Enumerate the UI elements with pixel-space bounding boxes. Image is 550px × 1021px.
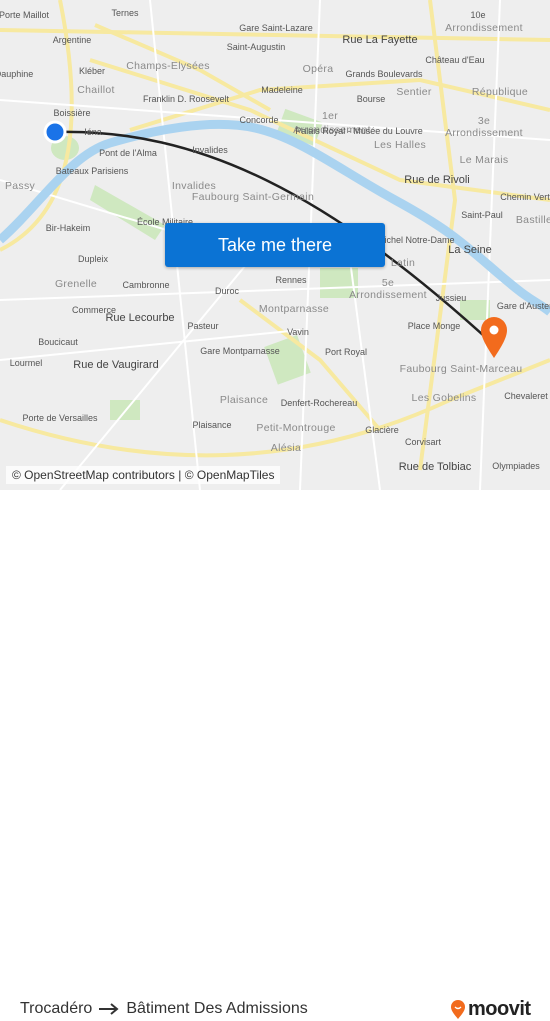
map-label: Jussieu: [435, 293, 467, 303]
map-label: Gare Saint-Lazare: [239, 23, 313, 33]
map-label: Bastille: [515, 214, 550, 226]
map-label: Lourmel: [9, 358, 43, 368]
map-label: Porte Maillot: [0, 10, 50, 20]
map-label: Vavin: [287, 327, 309, 337]
map-label: Bourse: [356, 94, 386, 104]
map-label: Chevaleret: [504, 391, 548, 401]
map-label: Madeleine: [261, 85, 303, 95]
map-label: Chemin Vert: [500, 192, 550, 202]
map-label: Pont de l'Alma: [99, 148, 157, 158]
map-label: Sentier: [396, 86, 432, 98]
map-label: Boissière: [53, 108, 91, 118]
map-label: République: [471, 86, 529, 98]
map-label: Opéra: [302, 63, 334, 75]
map-label: Dupleix: [77, 254, 109, 264]
map-label: Arrondissement: [445, 22, 523, 34]
map-label: Château d'Eau: [425, 55, 485, 65]
moovit-pin-icon: [451, 999, 465, 1019]
map-label: Ternes: [111, 8, 139, 18]
map-label: La Seine: [448, 244, 492, 256]
map-label: Plaisance: [192, 420, 232, 430]
map-label: Rue de Rivoli: [404, 174, 470, 186]
map-label: Gare d'Austerlitz: [496, 301, 550, 311]
map-label: Grenelle: [54, 278, 98, 290]
footer: Trocadéro Bâtiment Des Admissions moovit: [0, 490, 550, 1020]
moovit-logo: moovit: [450, 998, 531, 1021]
map-label: Cambronne: [122, 280, 170, 290]
map-label: Faubourg Saint-Germain: [191, 191, 315, 203]
map-label: Plaisance: [219, 394, 269, 406]
map-label: Rue Lecourbe: [105, 312, 175, 324]
map-label: Saint-Augustin: [226, 42, 286, 52]
arrow-right-icon: [99, 1003, 119, 1015]
map-label: Champs-Elysées: [126, 60, 210, 72]
map-label: Montparnasse: [258, 303, 330, 315]
map-label: Bir-Hakeim: [45, 223, 91, 233]
map-label: Boucicaut: [38, 337, 78, 347]
map-label: Latin: [390, 257, 416, 269]
map-label: 3e: [477, 115, 491, 127]
map-label: Corvisart: [404, 437, 442, 447]
map-label: Bateaux Parisiens: [55, 166, 129, 176]
map-label: Glacière: [365, 425, 399, 435]
map-label: Argentine: [52, 35, 92, 45]
origin-marker[interactable]: [43, 120, 67, 144]
map-label: 10e: [470, 10, 486, 20]
origin-name: Trocadéro: [20, 1000, 93, 1017]
map-label: Chaillot: [77, 84, 115, 96]
map-attribution[interactable]: © OpenStreetMap contributors | © OpenMap…: [6, 466, 281, 484]
map-label: Rennes: [275, 275, 307, 285]
map-label: Rue de Tolbiac: [398, 461, 472, 473]
map[interactable]: Porte Maillot Ternes Gare Saint-Lazare Rue …: [0, 0, 550, 490]
map-label: Franklin D. Roosevelt: [142, 94, 230, 104]
map-label: Concorde: [239, 115, 279, 125]
map-label: Arrondissement: [445, 127, 523, 139]
route-title: Trocadéro Bâtiment Des Admissions: [20, 1000, 308, 1018]
map-label: Les Halles: [373, 139, 427, 151]
take-me-there-button[interactable]: Take me there: [165, 223, 385, 267]
map-label: Gare Montparnasse: [200, 346, 280, 356]
map-label: Petit-Montrouge: [256, 422, 336, 434]
brand-name: moovit: [468, 998, 531, 1020]
map-label: Passy: [4, 180, 36, 192]
map-label: Denfert-Rochereau: [280, 398, 358, 408]
map-label: Les Gobelins: [411, 392, 477, 404]
map-label: Invalides: [192, 145, 228, 155]
destination-name: Bâtiment Des Admissions: [126, 1000, 308, 1017]
map-label: Place Monge: [407, 321, 461, 331]
map-label: Rue de Vaugirard: [73, 359, 159, 371]
map-label: Grands Boulevards: [345, 69, 423, 79]
map-label: Faubourg Saint-Marceau: [399, 363, 523, 375]
map-label: Arrondissement: [349, 289, 427, 301]
map-label: Duroc: [214, 286, 240, 296]
map-label: Kléber: [78, 66, 106, 76]
map-label: Alésia: [270, 442, 302, 454]
map-label: Palais Royal - Musée du Louvre: [295, 126, 423, 136]
map-label: Iéna: [84, 127, 102, 137]
map-label: Saint-Paul: [461, 210, 503, 220]
map-label: 1er: [321, 110, 339, 122]
map-label: Le Marais: [459, 154, 509, 166]
map-label: Rue La Fayette: [342, 34, 418, 46]
map-label: 5e: [381, 277, 395, 289]
map-label: Porte de Versailles: [22, 413, 98, 423]
map-label: Port Royal: [324, 347, 368, 357]
map-label: Pasteur: [187, 321, 219, 331]
map-label: Olympiades: [492, 461, 540, 471]
map-label: Dauphine: [0, 69, 34, 79]
